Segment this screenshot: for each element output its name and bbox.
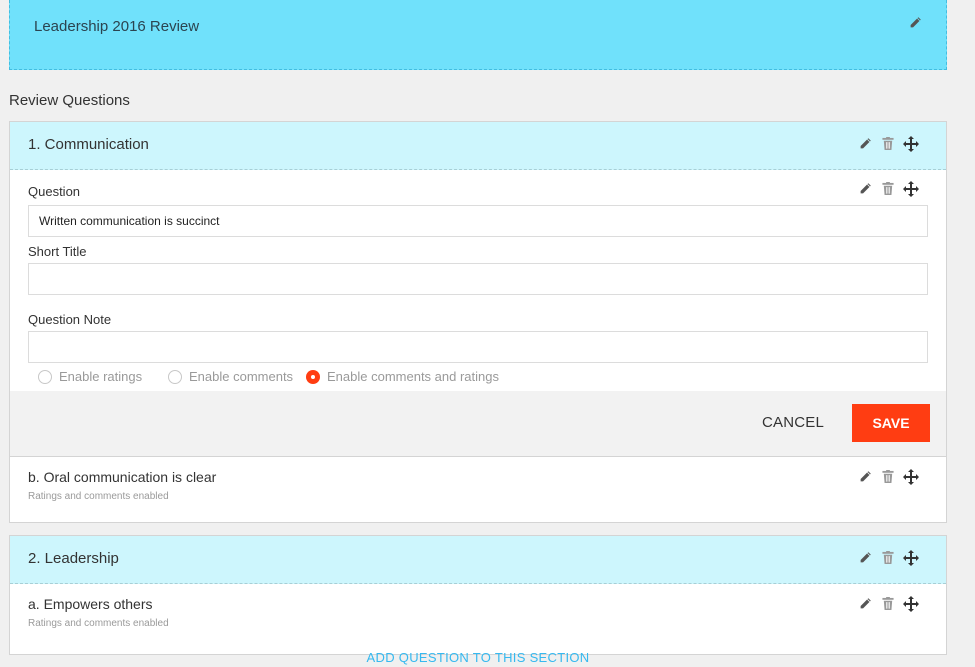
- pencil-icon[interactable]: [859, 137, 872, 150]
- trash-icon[interactable]: [882, 137, 894, 150]
- pencil-icon[interactable]: [859, 182, 872, 195]
- move-icon[interactable]: [903, 136, 919, 152]
- question-status: Ratings and comments enabled: [28, 491, 169, 502]
- radio-label: Enable comments and ratings: [327, 369, 499, 384]
- review-questions-heading: Review Questions: [9, 92, 130, 109]
- radio-circle-selected: [306, 370, 320, 384]
- pencil-icon[interactable]: [859, 470, 872, 483]
- section-bar[interactable]: 1. Communication: [10, 122, 946, 170]
- radio-label: Enable comments: [189, 369, 294, 384]
- section-title: 1. Communication: [28, 136, 149, 153]
- move-icon[interactable]: [903, 550, 919, 566]
- question-status: Ratings and comments enabled: [28, 618, 169, 629]
- question-item[interactable]: a. Empowers others Ratings and comments …: [10, 584, 946, 649]
- radio-label: Enable ratings: [59, 369, 143, 384]
- radio-circle: [38, 370, 52, 384]
- short-title-label: Short Title: [28, 244, 87, 259]
- move-icon[interactable]: [903, 596, 919, 612]
- pencil-icon[interactable]: [909, 16, 922, 29]
- move-icon[interactable]: [903, 181, 919, 197]
- question-item[interactable]: b. Oral communication is clear Ratings a…: [10, 457, 946, 522]
- trash-icon[interactable]: [882, 182, 894, 195]
- move-icon[interactable]: [903, 469, 919, 485]
- question-label: Question: [28, 184, 81, 199]
- section-communication: 1. Communication Question Written commun…: [9, 121, 947, 523]
- pencil-icon[interactable]: [859, 597, 872, 610]
- cancel-button[interactable]: CANCEL: [762, 414, 824, 431]
- question-input[interactable]: [28, 205, 928, 237]
- question-note-label: Question Note: [28, 312, 112, 327]
- section-tools: [859, 550, 921, 566]
- add-question-link[interactable]: ADD QUESTION TO THIS SECTION: [0, 650, 956, 665]
- section-title: 2. Leadership: [28, 550, 119, 567]
- item-tools: [859, 596, 921, 612]
- question-note-input[interactable]: [28, 331, 928, 363]
- editor-tools: [859, 181, 921, 197]
- question-title: b. Oral communication is clear: [28, 469, 217, 485]
- pencil-icon[interactable]: [859, 551, 872, 564]
- section-tools: [859, 136, 921, 152]
- review-title: Leadership 2016 Review: [34, 18, 200, 35]
- item-tools: [859, 469, 921, 485]
- trash-icon[interactable]: [882, 470, 894, 483]
- radio-circle: [168, 370, 182, 384]
- review-header: Leadership 2016 Review: [9, 0, 947, 70]
- section-bar[interactable]: 2. Leadership: [10, 536, 946, 584]
- question-title: a. Empowers others: [28, 596, 153, 612]
- trash-icon[interactable]: [882, 597, 894, 610]
- question-editor: Question Short Title Question Note Enabl…: [10, 170, 946, 457]
- trash-icon[interactable]: [882, 551, 894, 564]
- save-button[interactable]: SAVE: [852, 404, 930, 442]
- editor-action-bar: CANCEL SAVE: [10, 391, 946, 457]
- section-leadership: 2. Leadership a. Empowers others Ratings…: [9, 535, 947, 655]
- short-title-input[interactable]: [28, 263, 928, 295]
